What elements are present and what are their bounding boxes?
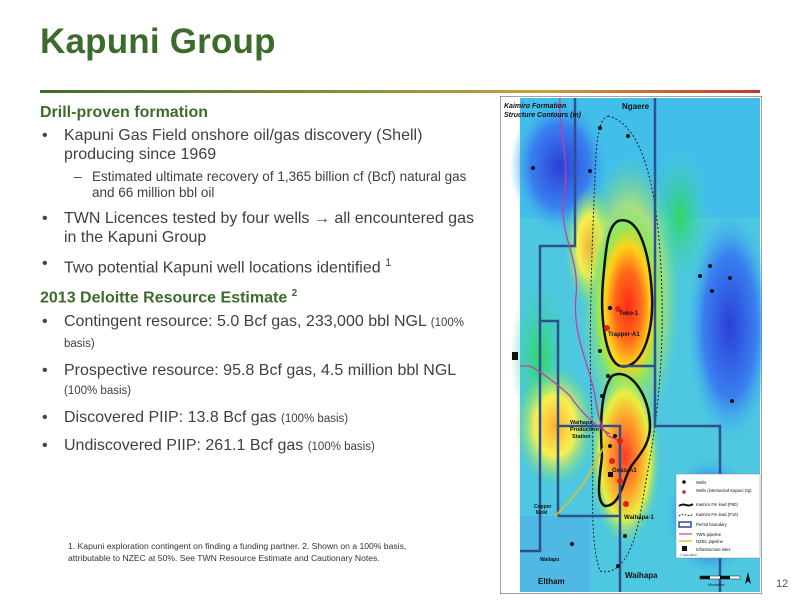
bullet-discovered-piip: Discovered PIIP: 13.8 Bcf gas (100% basi… bbox=[40, 408, 490, 429]
place-ngaere: Ngaere bbox=[622, 102, 650, 111]
bullet-list-1: Kapuni Gas Field onshore oil/gas discove… bbox=[40, 126, 490, 277]
bullet-kapuni-field: Kapuni Gas Field onshore oil/gas discove… bbox=[40, 126, 490, 164]
bullet-contingent: Contingent resource: 5.0 Bcf gas, 233,00… bbox=[40, 312, 490, 354]
label-moki: Moki bbox=[536, 510, 548, 516]
section-heading-deloitte: 2013 Deloitte Resource Estimate 2 bbox=[40, 288, 298, 307]
legend-wells-intersected: Wells (intersected Kapuni Gp) bbox=[696, 488, 752, 493]
structure-contour-map: Kaimiro Formation Structure Contours (m)… bbox=[500, 96, 762, 594]
label-goss: Goss-A1 bbox=[612, 468, 637, 474]
place-waihapa: Waihapa bbox=[625, 571, 658, 580]
label-waihapa-1: Waihapa-1 bbox=[624, 515, 654, 521]
map-title-2: Structure Contours (m) bbox=[504, 112, 582, 119]
bullet-prospective: Prospective resource: 95.8 Bcf gas, 4.5 … bbox=[40, 361, 490, 401]
bullet-well-locations: Two potential Kapuni well locations iden… bbox=[40, 254, 490, 277]
page-number: 12 bbox=[776, 578, 789, 590]
footnote-ref-1: 1 bbox=[385, 257, 392, 269]
label-station-2: Production bbox=[570, 427, 600, 433]
bullet-twn-licences: TWN Licences tested by four wells → all … bbox=[40, 209, 490, 247]
scale-label: Kilometres bbox=[708, 583, 725, 587]
bullet-list-2: Contingent resource: 5.0 Bcf gas, 233,00… bbox=[40, 312, 490, 457]
footnote-ref-2: 2 bbox=[291, 288, 298, 300]
legend-infrastructure: Infrastructure sites bbox=[696, 547, 730, 552]
title-divider bbox=[40, 90, 760, 93]
legend-lead-p50: Kaimiro Fm lead (P50) bbox=[696, 502, 738, 507]
place-eltham: Eltham bbox=[538, 577, 565, 586]
section-heading-drill-proven: Drill-proven formation bbox=[40, 104, 209, 121]
label-waitapu: Waitapu bbox=[540, 557, 559, 563]
bullet-undiscovered-piip: Undiscovered PIIP: 261.1 Bcf gas (100% b… bbox=[40, 436, 490, 457]
map-title-1: Kaimiro Formation bbox=[504, 103, 566, 110]
legend-lead-p10: Kaimiro Fm lead (P10) bbox=[696, 512, 738, 517]
legend-twn-pipeline: TWN pipeline bbox=[696, 532, 722, 537]
legend-nzec-pipeline: NZEC pipeline bbox=[696, 539, 724, 544]
sub-bullet-recovery: Estimated ultimate recovery of 1,365 bil… bbox=[40, 169, 490, 201]
legend-date: 7 June 2013 bbox=[680, 553, 697, 557]
slide-content: Drill-proven formation Kapuni Gas Field … bbox=[40, 104, 490, 464]
legend-wells: Wells bbox=[696, 480, 706, 485]
infrastructure-site bbox=[512, 352, 518, 360]
footnote: 1. Kapuni exploration contingent on find… bbox=[68, 541, 407, 563]
legend-permit: Permit boundary bbox=[696, 522, 728, 527]
label-station-1: Waihapa bbox=[570, 420, 593, 426]
map-legend: Wells Wells (intersected Kapuni Gp) Kaim… bbox=[675, 473, 761, 559]
label-toko: Toko-1 bbox=[619, 311, 639, 317]
label-station-3: Station bbox=[572, 434, 591, 440]
label-trapper: Trapper-A1 bbox=[608, 332, 640, 338]
slide-title: Kapuni Group bbox=[40, 22, 276, 61]
